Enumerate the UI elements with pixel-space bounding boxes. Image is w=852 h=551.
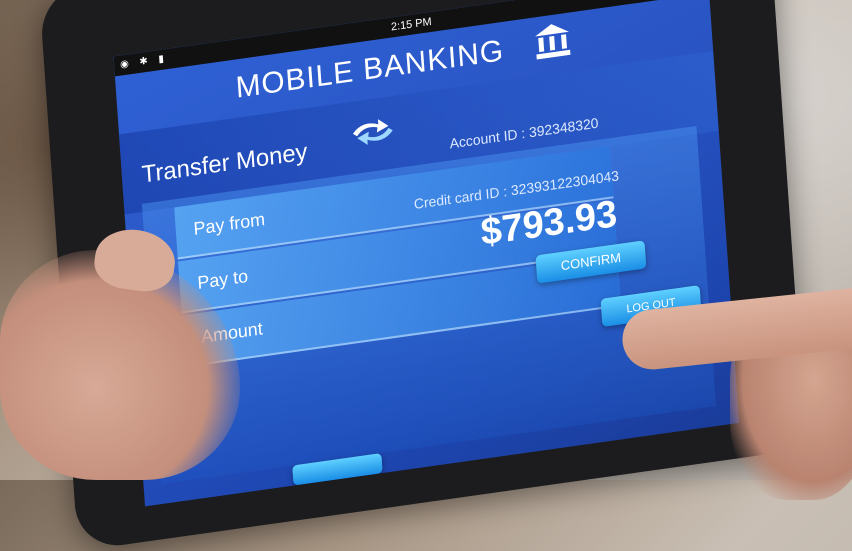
pay-from-label: Pay from [192, 208, 266, 239]
bank-icon [535, 24, 571, 60]
pay-to-label: Pay to [196, 265, 249, 293]
